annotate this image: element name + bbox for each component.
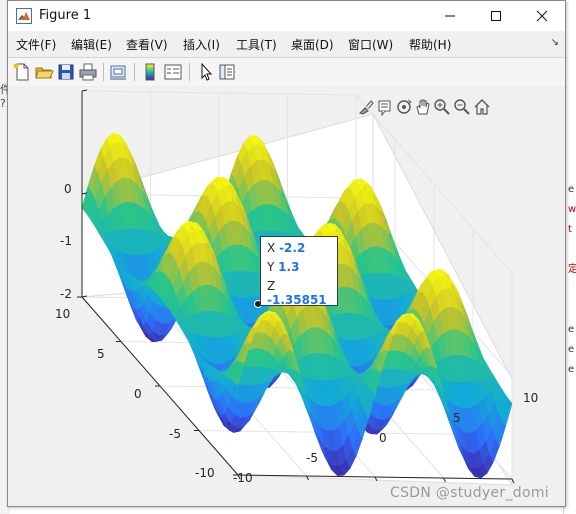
y-tick-label: 10 [55,307,71,321]
x-tick-label: 0 [379,431,387,445]
new-figure-icon[interactable] [12,62,32,82]
datatip-y-value: 1.3 [278,260,300,274]
z-tick-label: 0 [64,182,72,196]
link-figure-icon[interactable] [108,62,128,82]
background-text: e [568,344,575,355]
x-tick-label: 5 [453,411,461,425]
background-text: e [568,364,575,375]
menu-insert[interactable]: 插入(I) [183,36,220,53]
menu-file[interactable]: 文件(F) [16,36,56,53]
y-tick-label: -10 [195,466,215,480]
open-icon[interactable] [34,62,54,82]
background-text: e [568,184,575,195]
background-text: t [568,224,572,235]
minimize-button[interactable] [427,1,473,31]
datatip-z-value: -1.35851 [267,293,327,307]
title-bar[interactable]: Figure 1 [8,1,565,31]
menu-edit[interactable]: 编辑(E) [71,36,112,53]
window-title: Figure 1 [39,8,92,23]
y-tick-label: 0 [134,387,142,401]
background-text: 定 [568,264,576,275]
close-button[interactable] [519,1,565,31]
datatip-y-label: Y [267,260,275,274]
watermark: CSDN @studyer_domi [390,485,549,501]
menu-help[interactable]: 帮助(H) [409,36,451,53]
z-tick-label: -1 [60,234,72,248]
menu-view[interactable]: 查看(V) [126,36,168,53]
menu-tools[interactable]: 工具(T) [236,36,277,53]
close-icon [536,10,548,22]
colorbar-icon[interactable] [140,62,160,82]
datatip-x-label: X [267,241,276,255]
property-inspector-icon[interactable] [217,62,237,82]
datatip-box[interactable]: X -2.2 Y 1.3 Z -1.35851 [260,236,338,307]
background-text: e [568,324,575,335]
datatip-x-value: -2.2 [279,241,306,255]
minimize-icon [445,15,455,17]
menu-bar: 文件(F) 编辑(E) 查看(V) 插入(I) 工具(T) 桌面(D) 窗口(W… [8,33,565,55]
toolbar-separator [134,63,135,81]
menu-dock-arrow-icon[interactable]: ↘ [551,37,559,48]
menu-window[interactable]: 窗口(W) [348,36,393,53]
menu-desktop[interactable]: 桌面(D) [291,36,334,53]
print-icon[interactable] [78,62,98,82]
save-icon[interactable] [56,62,76,82]
figure-window: Figure 1 文件(F) 编辑(E) 查看(V) 插入(I) 工具(T) 桌… [7,0,566,507]
datatip-z-label: Z [267,279,276,293]
x-tick-label: -5 [306,451,318,465]
edit-plot-icon[interactable] [196,62,216,82]
matlab-logo-icon [16,8,32,24]
toolbar-separator [189,63,190,81]
background-text: ? [0,97,6,110]
x-tick-label: 10 [523,391,539,405]
figure-toolbar [8,57,565,87]
figure-canvas[interactable]: 0 -1 -2 10 5 0 -5 -10 -10 -5 0 5 10 X -2… [9,86,564,505]
maximize-button[interactable] [473,1,519,31]
maximize-icon [491,11,501,21]
legend-icon[interactable] [163,62,183,82]
toolbar-separator [103,63,104,81]
y-tick-label: -5 [169,427,181,441]
background-text: w [568,204,576,215]
x-tick-label: -10 [233,471,253,485]
z-tick-label: -2 [60,287,72,301]
y-tick-label: 5 [97,347,105,361]
